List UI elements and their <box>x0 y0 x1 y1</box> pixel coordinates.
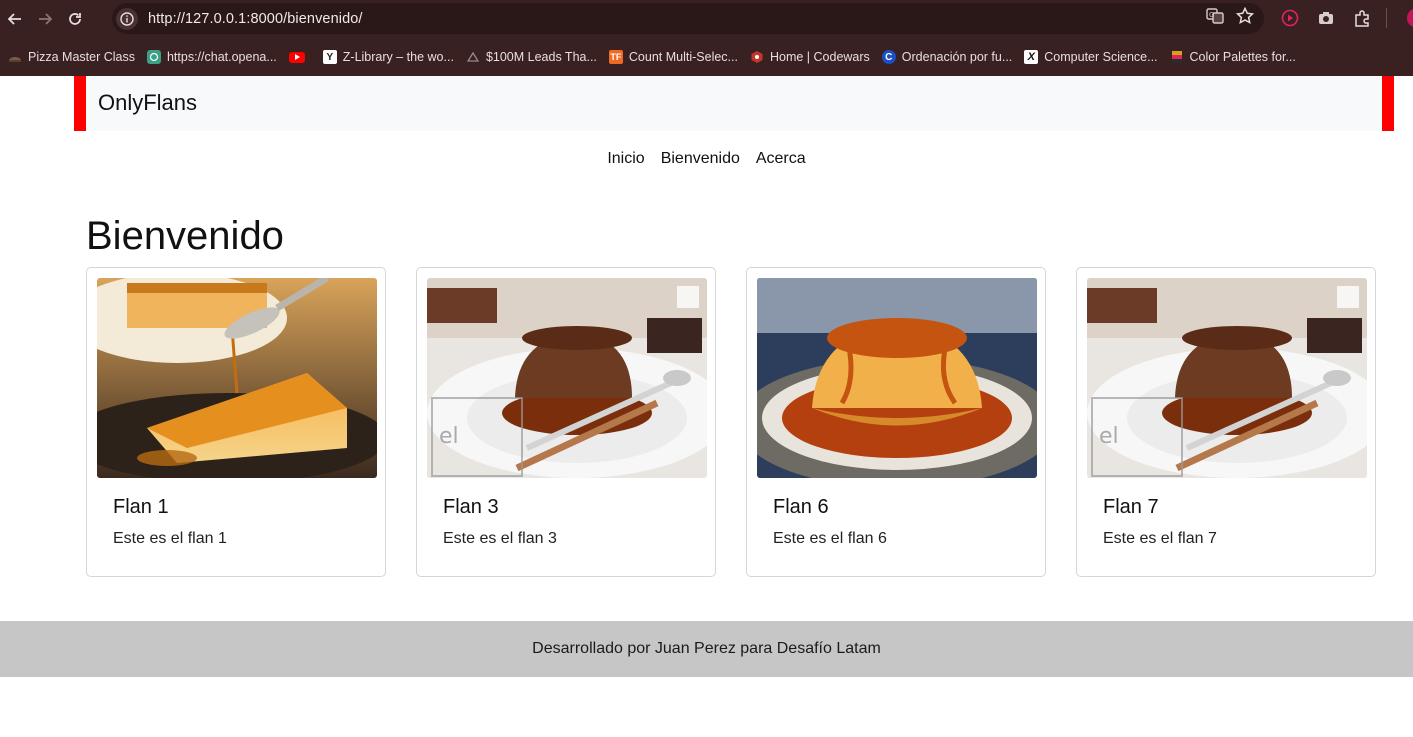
flan-image <box>97 278 377 478</box>
url-text[interactable]: http://127.0.0.1:8000/bienvenido/ <box>148 11 363 27</box>
bookmarks-bar: Pizza Master Class https://chat.opena...… <box>0 38 1413 76</box>
svg-text:G: G <box>1209 11 1214 19</box>
bookmark-item[interactable]: Pizza Master Class <box>4 44 143 70</box>
flan-card-text: Este es el flan 3 <box>443 530 557 547</box>
reload-icon <box>69 13 81 25</box>
c-icon: C <box>881 50 896 64</box>
page-title: Bienvenido <box>86 214 284 258</box>
flan-card-text: Este es el flan 7 <box>1103 530 1217 547</box>
translate-icon[interactable]: G <box>1206 7 1224 30</box>
svg-text:el: el <box>1099 424 1119 449</box>
flan-card[interactable]: Flan 1 Este es el flan 1 <box>86 267 386 577</box>
main-nav: Inicio Bienvenido Acerca <box>0 150 1413 168</box>
flan-card-title: Flan 7 <box>1103 496 1159 518</box>
bookmark-item[interactable]: Color Palettes for... <box>1166 44 1304 70</box>
site-info-icon[interactable] <box>116 7 138 30</box>
nav-link-inicio[interactable]: Inicio <box>607 150 644 168</box>
navbar-accent-right <box>1382 76 1394 131</box>
pizza-icon <box>8 50 22 64</box>
chatgpt-icon <box>146 50 161 64</box>
page-content: OnlyFlans Inicio Bienvenido Acerca Bienv… <box>0 76 1413 737</box>
brand-logo[interactable]: OnlyFlans <box>98 90 197 116</box>
forward-button[interactable] <box>30 4 60 34</box>
bookmark-star-icon[interactable] <box>1235 6 1255 30</box>
flan-image: el <box>427 278 707 478</box>
bookmark-item[interactable] <box>285 44 319 70</box>
browser-chrome: http://127.0.0.1:8000/bienvenido/ G Pizz… <box>0 0 1413 76</box>
flan-card[interactable]: el Flan 7 Este es el flan 7 <box>1076 267 1376 577</box>
footer: Desarrollado por Juan Perez para Desafío… <box>0 621 1413 677</box>
footer-text: Desarrollado por Juan Perez para Desafío… <box>532 640 881 657</box>
flan-card-list: Flan 1 Este es el flan 1 el Flan 3 Este … <box>86 267 1376 577</box>
bookmark-item[interactable]: TF Count Multi-Selec... <box>605 44 746 70</box>
flan-card[interactable]: Flan 6 Este es el flan 6 <box>746 267 1046 577</box>
reload-button[interactable] <box>60 4 90 34</box>
x-icon: X <box>1024 50 1039 64</box>
bookmark-item[interactable]: X Computer Science... <box>1020 44 1165 70</box>
bookmark-item[interactable]: $100M Leads Tha... <box>462 44 605 70</box>
back-arrow-icon <box>8 13 21 25</box>
extensions-puzzle-icon[interactable] <box>1350 6 1374 30</box>
navbar: OnlyFlans <box>74 76 1394 131</box>
flan-card-text: Este es el flan 6 <box>773 530 887 547</box>
back-button[interactable] <box>0 4 30 34</box>
profile-avatar-icon[interactable] <box>1399 6 1413 30</box>
nav-link-acerca[interactable]: Acerca <box>756 150 806 168</box>
forward-arrow-icon <box>39 13 52 25</box>
navbar-accent-left <box>74 76 86 131</box>
flan-card-text: Este es el flan 1 <box>113 530 227 547</box>
palette-icon <box>1170 50 1184 64</box>
flan-card[interactable]: el Flan 3 Este es el flan 3 <box>416 267 716 577</box>
camera-extension-icon[interactable] <box>1314 6 1338 30</box>
toolbar-divider <box>1386 8 1387 28</box>
codewars-icon <box>750 50 764 64</box>
extensions-area <box>1278 4 1413 32</box>
address-bar[interactable]: http://127.0.0.1:8000/bienvenido/ G <box>112 3 1264 34</box>
triangle-icon <box>466 50 480 64</box>
typeform-icon: TF <box>608 50 623 64</box>
browser-toolbar: http://127.0.0.1:8000/bienvenido/ G <box>0 0 1413 38</box>
record-extension-icon[interactable] <box>1278 6 1302 30</box>
flan-card-title: Flan 6 <box>773 496 829 518</box>
bookmark-item[interactable]: Home | Codewars <box>746 44 878 70</box>
bookmark-item[interactable]: Y Z-Library – the wo... <box>319 44 462 70</box>
svg-text:el: el <box>439 424 459 449</box>
zlibrary-icon: Y <box>322 50 337 64</box>
flan-card-title: Flan 3 <box>443 496 499 518</box>
flan-card-title: Flan 1 <box>113 496 169 518</box>
flan-image <box>757 278 1037 478</box>
bookmark-item[interactable]: C Ordenación por fu... <box>878 44 1020 70</box>
flan-image: el <box>1087 278 1367 478</box>
nav-link-bienvenido[interactable]: Bienvenido <box>661 150 740 168</box>
bookmark-item[interactable]: https://chat.opena... <box>143 44 285 70</box>
youtube-icon <box>288 51 305 63</box>
